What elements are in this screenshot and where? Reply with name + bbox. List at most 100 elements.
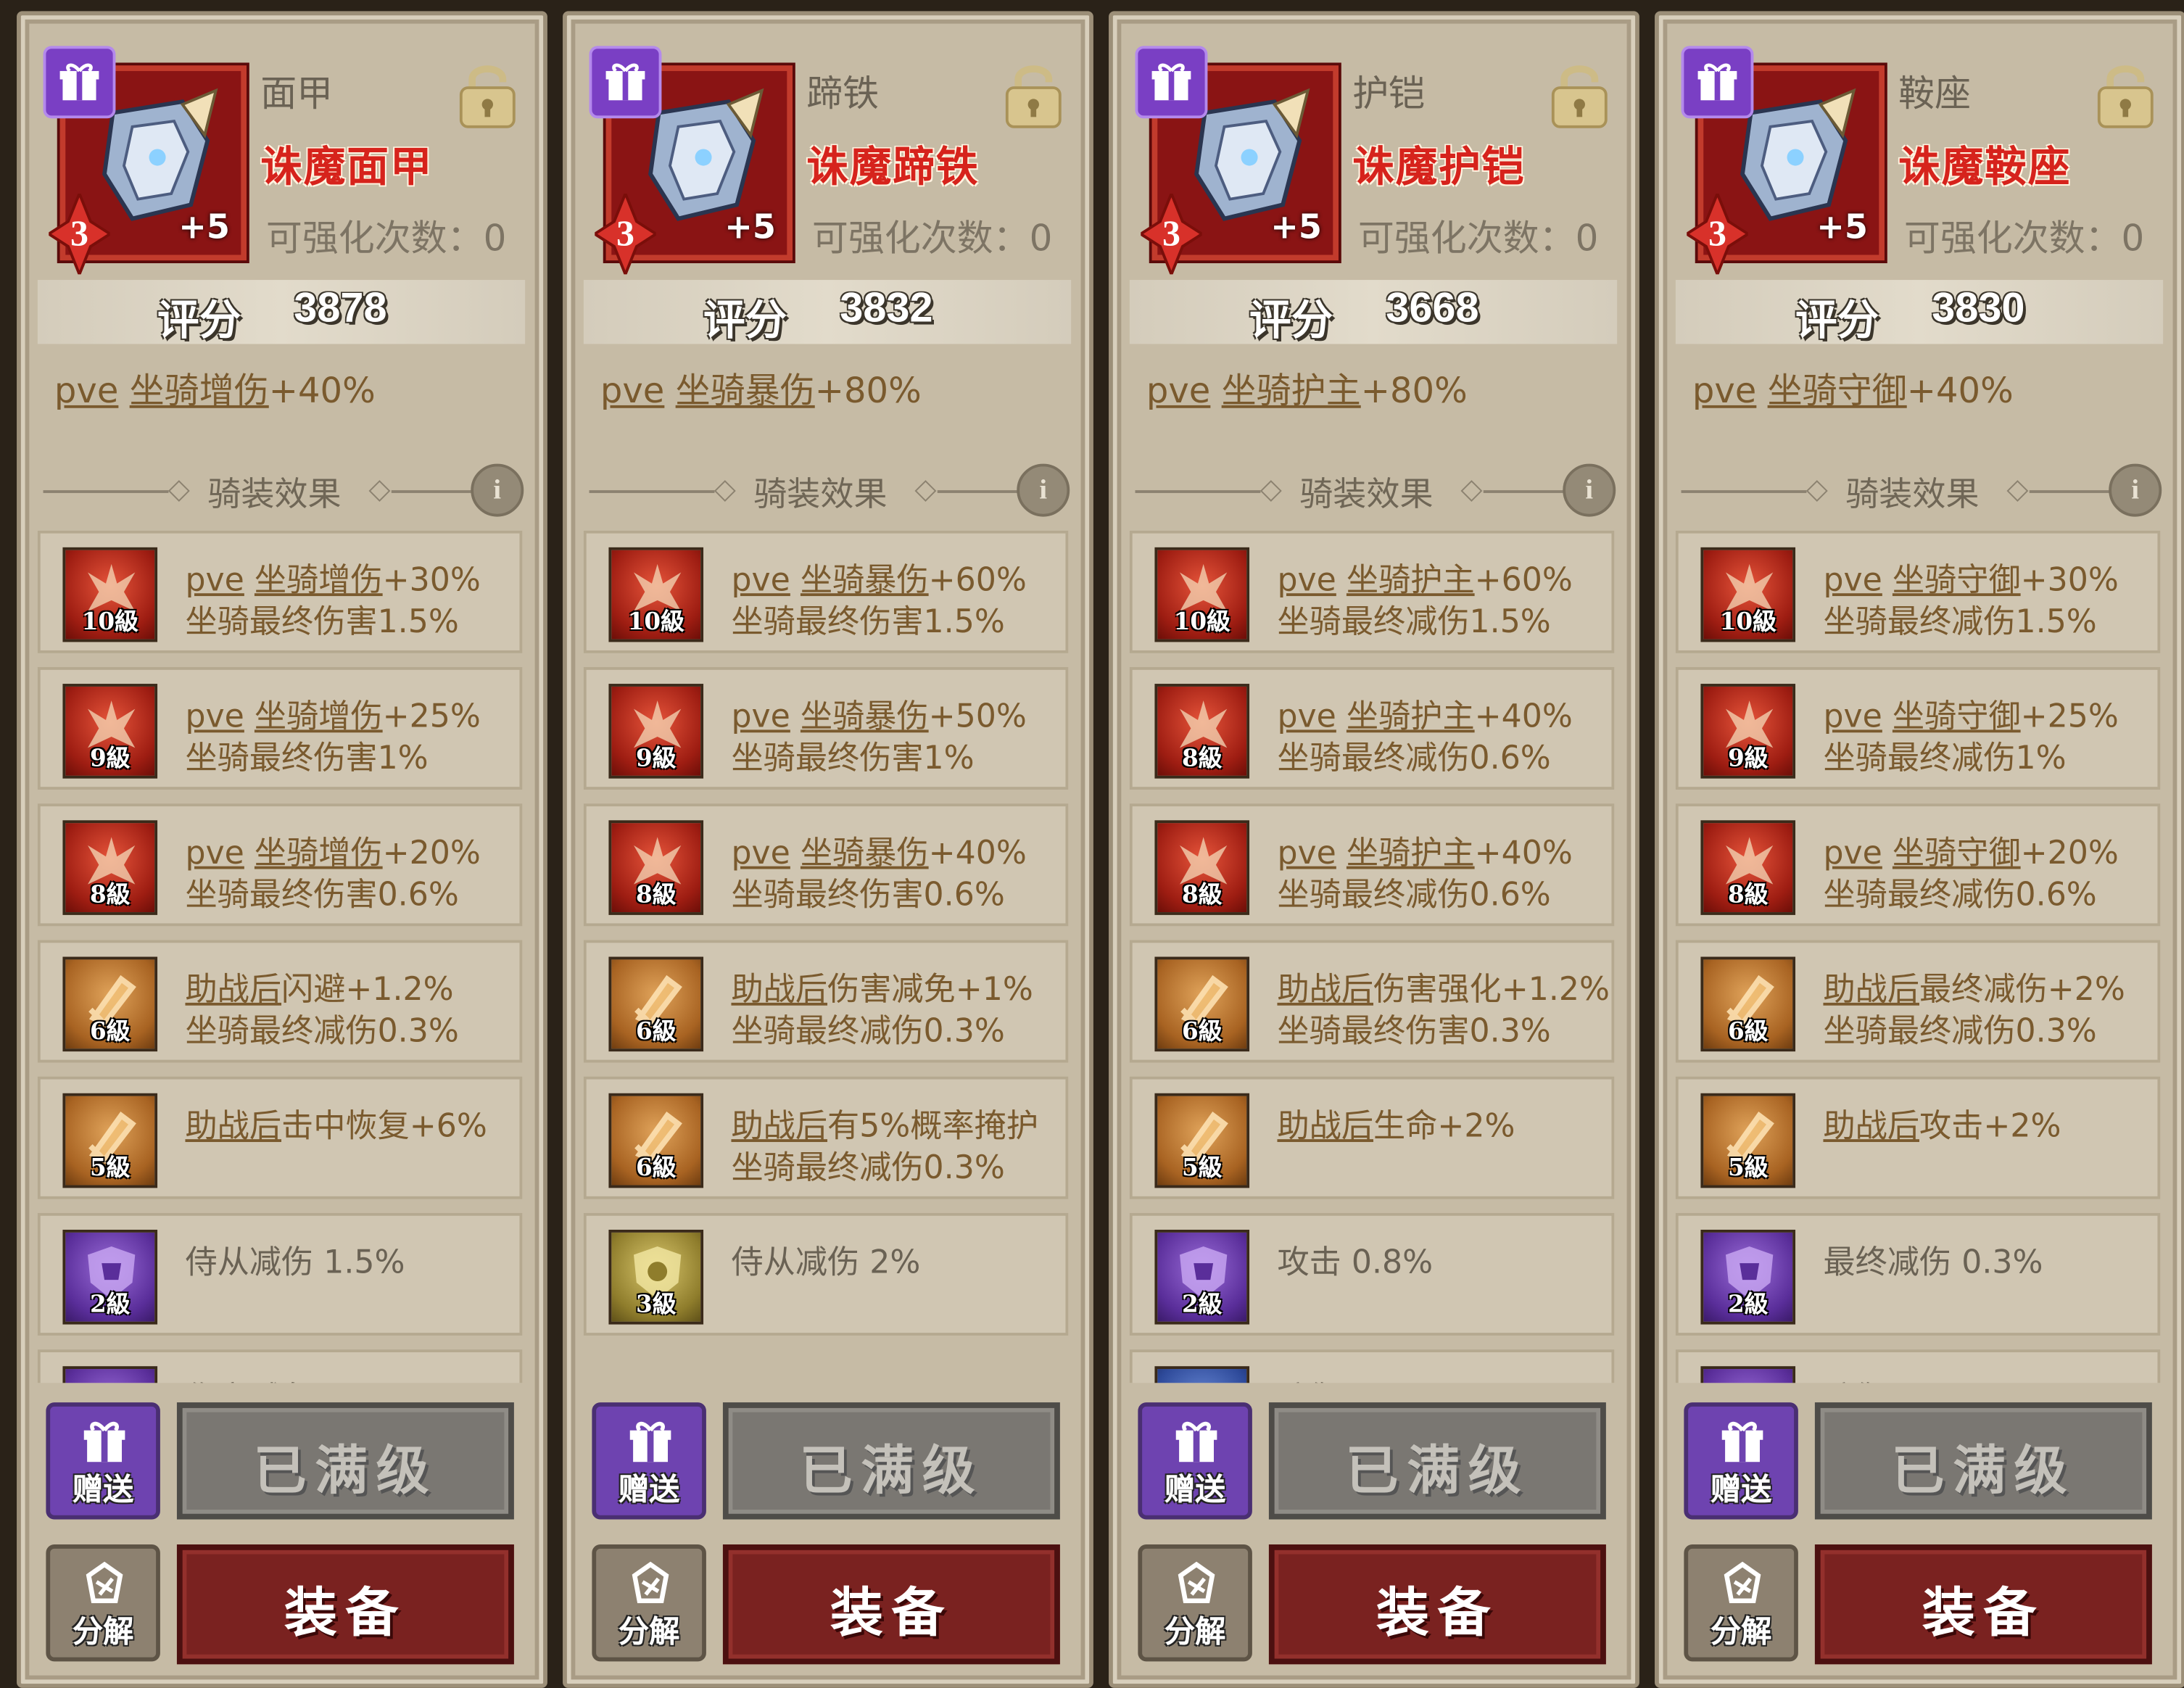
gift-icon bbox=[83, 1421, 125, 1462]
pve-tag[interactable]: pve bbox=[1823, 835, 1882, 872]
decompose-button[interactable]: 分解 bbox=[1684, 1544, 1798, 1662]
effect-attr-link[interactable]: 坐骑暴伤 bbox=[801, 699, 929, 735]
lock-icon[interactable] bbox=[455, 60, 519, 130]
info-icon[interactable]: i bbox=[2109, 463, 2162, 517]
red-tier-icon[interactable]: 9級 bbox=[1700, 684, 1796, 779]
pve-tag[interactable]: pve bbox=[1277, 835, 1336, 872]
effect-line-2: 坐骑最终减伤1% bbox=[1823, 740, 2067, 777]
purple-tier-icon[interactable]: 2級 bbox=[62, 1229, 158, 1325]
assist-tag-link[interactable]: 助战后 bbox=[185, 972, 281, 1009]
max-level-button[interactable]: 已满级 bbox=[1268, 1402, 1606, 1520]
effect-attr-link[interactable]: 坐骑暴伤 bbox=[801, 563, 929, 599]
max-level-button[interactable]: 已满级 bbox=[722, 1402, 1060, 1520]
pve-tag[interactable]: pve bbox=[731, 563, 790, 599]
main-attr-link[interactable]: 坐骑护主 bbox=[1222, 371, 1361, 411]
effect-attr-link[interactable]: 坐骑增伤 bbox=[255, 835, 383, 872]
info-icon[interactable]: i bbox=[1563, 463, 1616, 517]
effect-attr-link[interactable]: 坐骑守御 bbox=[1893, 563, 2021, 599]
red-tier-icon[interactable]: 8級 bbox=[608, 820, 704, 915]
effect-list[interactable]: 10級 pve 坐骑守御+30% 坐骑最终减伤1.5% 9級 pve 坐骑守御+… bbox=[1670, 530, 2167, 1383]
effect-row: 6級 助战后有5%概率掩护 坐骑最终减伤0.3% bbox=[583, 1076, 1069, 1199]
decompose-label: 分解 bbox=[72, 1615, 134, 1651]
info-icon[interactable]: i bbox=[471, 463, 524, 517]
red-tier-icon[interactable]: 8級 bbox=[62, 820, 158, 915]
pve-tag[interactable]: pve bbox=[731, 699, 790, 735]
purple-tier-icon[interactable]: 2級 bbox=[1154, 1229, 1250, 1325]
equip-button[interactable]: 装备 bbox=[176, 1544, 514, 1665]
max-level-button[interactable]: 已满级 bbox=[176, 1402, 514, 1520]
red-tier-icon[interactable]: 10級 bbox=[608, 547, 704, 642]
red-tier-icon[interactable]: 10級 bbox=[62, 547, 158, 642]
red-tier-icon[interactable]: 8級 bbox=[1154, 820, 1250, 915]
lock-icon[interactable] bbox=[2093, 60, 2157, 130]
yellow-tier-icon[interactable]: 3級 bbox=[608, 1229, 704, 1325]
purple-tier-icon[interactable] bbox=[1700, 1366, 1796, 1383]
assist-tag-link[interactable]: 助战后 bbox=[1823, 1109, 1919, 1145]
orange-tier-icon[interactable]: 6級 bbox=[608, 1093, 704, 1188]
orange-tier-icon[interactable]: 6級 bbox=[1700, 956, 1796, 1052]
orange-tier-icon[interactable]: 5級 bbox=[62, 1093, 158, 1188]
effect-attr-link[interactable]: 坐骑护主 bbox=[1347, 699, 1475, 735]
red-tier-icon[interactable]: 9級 bbox=[62, 684, 158, 779]
effect-list[interactable]: 10級 pve 坐骑护主+60% 坐骑最终减伤1.5% 8級 pve 坐骑护主+… bbox=[1124, 530, 1621, 1383]
pve-tag[interactable]: pve bbox=[1692, 371, 1756, 411]
equip-button[interactable]: 装备 bbox=[1814, 1544, 2152, 1665]
assist-tag-link[interactable]: 助战后 bbox=[731, 972, 827, 1009]
effect-attr-link[interactable]: 坐骑增伤 bbox=[255, 699, 383, 735]
effect-row: 9級 pve 坐骑暴伤+50% 坐骑最终伤害1% bbox=[583, 667, 1069, 790]
blue-tier-icon[interactable] bbox=[1154, 1366, 1250, 1383]
equip-button[interactable]: 装备 bbox=[1268, 1544, 1606, 1665]
pve-tag[interactable]: pve bbox=[1146, 371, 1210, 411]
effect-list[interactable]: 10級 pve 坐骑暴伤+60% 坐骑最终伤害1.5% 9級 pve 坐骑暴伤+… bbox=[578, 530, 1075, 1383]
red-tier-icon[interactable]: 8級 bbox=[1700, 820, 1796, 915]
purple-tier-icon[interactable] bbox=[62, 1366, 158, 1383]
orange-tier-icon[interactable]: 5級 bbox=[1154, 1093, 1250, 1188]
assist-tag-link[interactable]: 助战后 bbox=[1277, 972, 1373, 1009]
pve-tag[interactable]: pve bbox=[185, 835, 244, 872]
gift-button[interactable]: 赠送 bbox=[592, 1402, 706, 1520]
lock-icon[interactable] bbox=[1001, 60, 1065, 130]
main-attr-link[interactable]: 坐骑增伤 bbox=[130, 371, 269, 411]
main-attr-link[interactable]: 坐骑暴伤 bbox=[676, 371, 815, 411]
decompose-button[interactable]: 分解 bbox=[1138, 1544, 1252, 1662]
effect-attr-link[interactable]: 坐骑守御 bbox=[1893, 699, 2021, 735]
equip-button[interactable]: 装备 bbox=[722, 1544, 1060, 1665]
red-tier-icon[interactable]: 9級 bbox=[608, 684, 704, 779]
orange-tier-icon[interactable]: 6級 bbox=[608, 956, 704, 1052]
max-level-button[interactable]: 已满级 bbox=[1814, 1402, 2152, 1520]
pve-tag[interactable]: pve bbox=[1277, 699, 1336, 735]
red-tier-icon[interactable]: 10級 bbox=[1700, 547, 1796, 642]
pve-tag[interactable]: pve bbox=[600, 371, 664, 411]
pve-tag[interactable]: pve bbox=[185, 699, 244, 735]
decompose-button[interactable]: 分解 bbox=[592, 1544, 706, 1662]
pve-tag[interactable]: pve bbox=[731, 835, 790, 872]
main-attr-link[interactable]: 坐骑守御 bbox=[1768, 371, 1907, 411]
orange-tier-icon[interactable]: 5級 bbox=[1700, 1093, 1796, 1188]
effect-attr-link[interactable]: 坐骑护主 bbox=[1347, 563, 1475, 599]
info-icon[interactable]: i bbox=[1017, 463, 1070, 517]
orange-tier-icon[interactable]: 6級 bbox=[1154, 956, 1250, 1052]
pve-tag[interactable]: pve bbox=[1277, 563, 1336, 599]
effect-attr-link[interactable]: 坐骑暴伤 bbox=[801, 835, 929, 872]
assist-tag-link[interactable]: 助战后 bbox=[1277, 1109, 1373, 1145]
decompose-button[interactable]: 分解 bbox=[46, 1544, 160, 1662]
effect-attr-link[interactable]: 坐骑护主 bbox=[1347, 835, 1475, 872]
red-tier-icon[interactable]: 8級 bbox=[1154, 684, 1250, 779]
effect-attr-link[interactable]: 坐骑增伤 bbox=[255, 563, 383, 599]
lock-icon[interactable] bbox=[1547, 60, 1611, 130]
gift-button[interactable]: 赠送 bbox=[1138, 1402, 1252, 1520]
pve-tag[interactable]: pve bbox=[185, 563, 244, 599]
orange-tier-icon[interactable]: 6級 bbox=[62, 956, 158, 1052]
gift-button[interactable]: 赠送 bbox=[1684, 1402, 1798, 1520]
effect-attr-link[interactable]: 坐骑守御 bbox=[1893, 835, 2021, 872]
gift-button[interactable]: 赠送 bbox=[46, 1402, 160, 1520]
pve-tag[interactable]: pve bbox=[1823, 563, 1882, 599]
pve-tag[interactable]: pve bbox=[54, 371, 118, 411]
purple-tier-icon[interactable]: 2級 bbox=[1700, 1229, 1796, 1325]
assist-tag-link[interactable]: 助战后 bbox=[1823, 972, 1919, 1009]
pve-tag[interactable]: pve bbox=[1823, 699, 1882, 735]
effect-list[interactable]: 10級 pve 坐骑增伤+30% 坐骑最终伤害1.5% 9級 pve 坐骑增伤+… bbox=[32, 530, 529, 1383]
assist-tag-link[interactable]: 助战后 bbox=[185, 1109, 281, 1145]
red-tier-icon[interactable]: 10級 bbox=[1154, 547, 1250, 642]
assist-tag-link[interactable]: 助战后 bbox=[731, 1109, 827, 1145]
